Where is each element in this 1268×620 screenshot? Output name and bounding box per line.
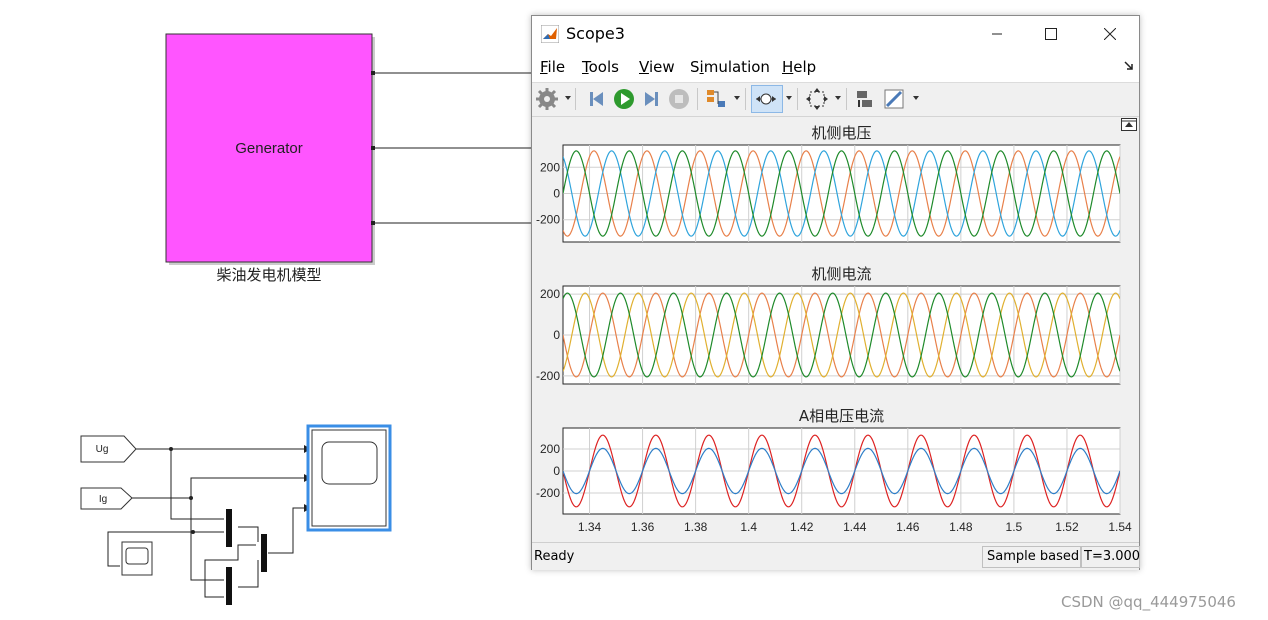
y-tick-label: 200 xyxy=(540,442,560,456)
x-tick-label: 1.46 xyxy=(896,520,920,534)
run-icon[interactable] xyxy=(612,87,636,111)
signal-selector-icon[interactable] xyxy=(704,87,728,111)
y-tick-label: 0 xyxy=(553,187,560,201)
step-forward-icon[interactable] xyxy=(639,87,663,111)
menu-simulation[interactable]: Simulation xyxy=(690,58,770,76)
minimize-button[interactable] xyxy=(974,16,1020,52)
axes-2[interactable]: 200 0 -200 机侧电流 xyxy=(536,265,1121,385)
y-tick-label: 0 xyxy=(553,328,560,342)
y-tick-label: -200 xyxy=(536,213,560,227)
matlab-logo-icon xyxy=(541,25,559,43)
generator-block-label: Generator xyxy=(235,140,303,157)
close-button[interactable] xyxy=(1087,16,1133,52)
x-tick-label: 1.52 xyxy=(1055,520,1079,534)
mux-block-2[interactable] xyxy=(226,567,232,605)
menu-bar: File Tools View Simulation Help xyxy=(532,52,1139,83)
stop-icon[interactable] xyxy=(667,87,691,111)
menu-file[interactable]: File xyxy=(540,58,565,76)
axes-3[interactable]: 200 0 -200 1.34 1.36 1.38 1.4 1.42 1.44 1.46 1.48 1… xyxy=(536,407,1132,534)
gear-icon[interactable] xyxy=(535,87,559,111)
mux-block-3[interactable] xyxy=(261,534,267,572)
x-tick-label: 1.54 xyxy=(1108,520,1132,534)
x-tick-label: 1.38 xyxy=(684,520,708,534)
x-tick-label: 1.42 xyxy=(790,520,814,534)
y-tick-label: 200 xyxy=(540,287,560,301)
sim-time-indicator: T=3.000 xyxy=(1080,546,1140,568)
style-icon[interactable] xyxy=(882,87,906,111)
undock-arrow-icon[interactable] xyxy=(1124,61,1134,71)
watermark: CSDN @qq_444975046 xyxy=(1061,593,1236,611)
menu-help[interactable]: Help xyxy=(782,58,816,76)
menu-view[interactable]: View xyxy=(639,58,675,76)
step-back-icon[interactable] xyxy=(585,87,609,111)
svg-text:Ig: Ig xyxy=(99,494,107,505)
zoom-icon[interactable] xyxy=(754,87,778,111)
mux-block-1[interactable] xyxy=(226,509,232,547)
axes-title: 机侧电流 xyxy=(811,265,871,283)
generator-block-caption: 柴油发电机模型 xyxy=(216,266,321,284)
plot-area[interactable]: 200 0 -200 机侧电压 200 0 -200 机侧电流 200 0 -200 1.34 1.36… xyxy=(532,117,1139,541)
fit-view-icon[interactable] xyxy=(805,87,829,111)
x-tick-label: 1.4 xyxy=(740,520,757,534)
window-title: Scope3 xyxy=(566,24,625,43)
y-tick-label: -200 xyxy=(536,369,560,383)
x-tick-label: 1.34 xyxy=(578,520,602,534)
scope-window[interactable]: Scope3 File Tools View Simulation Help 2… xyxy=(531,15,1140,570)
restore-layout-icon[interactable] xyxy=(853,87,877,111)
from-tag-ug[interactable]: Ug xyxy=(80,435,137,463)
axes-title: 机侧电压 xyxy=(811,124,871,142)
scope-plots[interactable]: 200 0 -200 机侧电压 200 0 -200 机侧电流 200 0 -200 1.34 1.36… xyxy=(532,117,1139,541)
y-tick-label: 200 xyxy=(540,160,560,174)
menu-tools[interactable]: Tools xyxy=(582,58,619,76)
toolbar xyxy=(532,83,1139,117)
x-tick-label: 1.44 xyxy=(843,520,867,534)
status-bar: Ready Sample based T=3.000 xyxy=(532,542,1140,570)
y-tick-label: 0 xyxy=(553,464,560,478)
x-tick-label: 1.48 xyxy=(949,520,973,534)
x-tick-label: 1.36 xyxy=(631,520,655,534)
axes-title: A相电压电流 xyxy=(799,407,884,425)
x-tick-label: 1.5 xyxy=(1006,520,1023,534)
minimize-icon xyxy=(992,33,1002,35)
y-tick-label: -200 xyxy=(536,486,560,500)
scope3-block[interactable] xyxy=(306,424,392,532)
from-tag-ig[interactable]: Ig xyxy=(80,487,133,510)
maximize-button[interactable] xyxy=(1028,16,1074,52)
maximize-icon xyxy=(1045,28,1057,40)
sample-mode-indicator: Sample based xyxy=(982,546,1082,568)
axes-1[interactable]: 200 0 -200 机侧电压 xyxy=(536,124,1121,243)
title-bar[interactable]: Scope3 xyxy=(532,16,1139,52)
generator-block[interactable]: Generator xyxy=(165,33,375,265)
close-icon xyxy=(1103,27,1117,41)
svg-text:Ug: Ug xyxy=(96,444,109,455)
small-scope-block[interactable] xyxy=(121,541,153,576)
status-text: Ready xyxy=(534,549,575,564)
